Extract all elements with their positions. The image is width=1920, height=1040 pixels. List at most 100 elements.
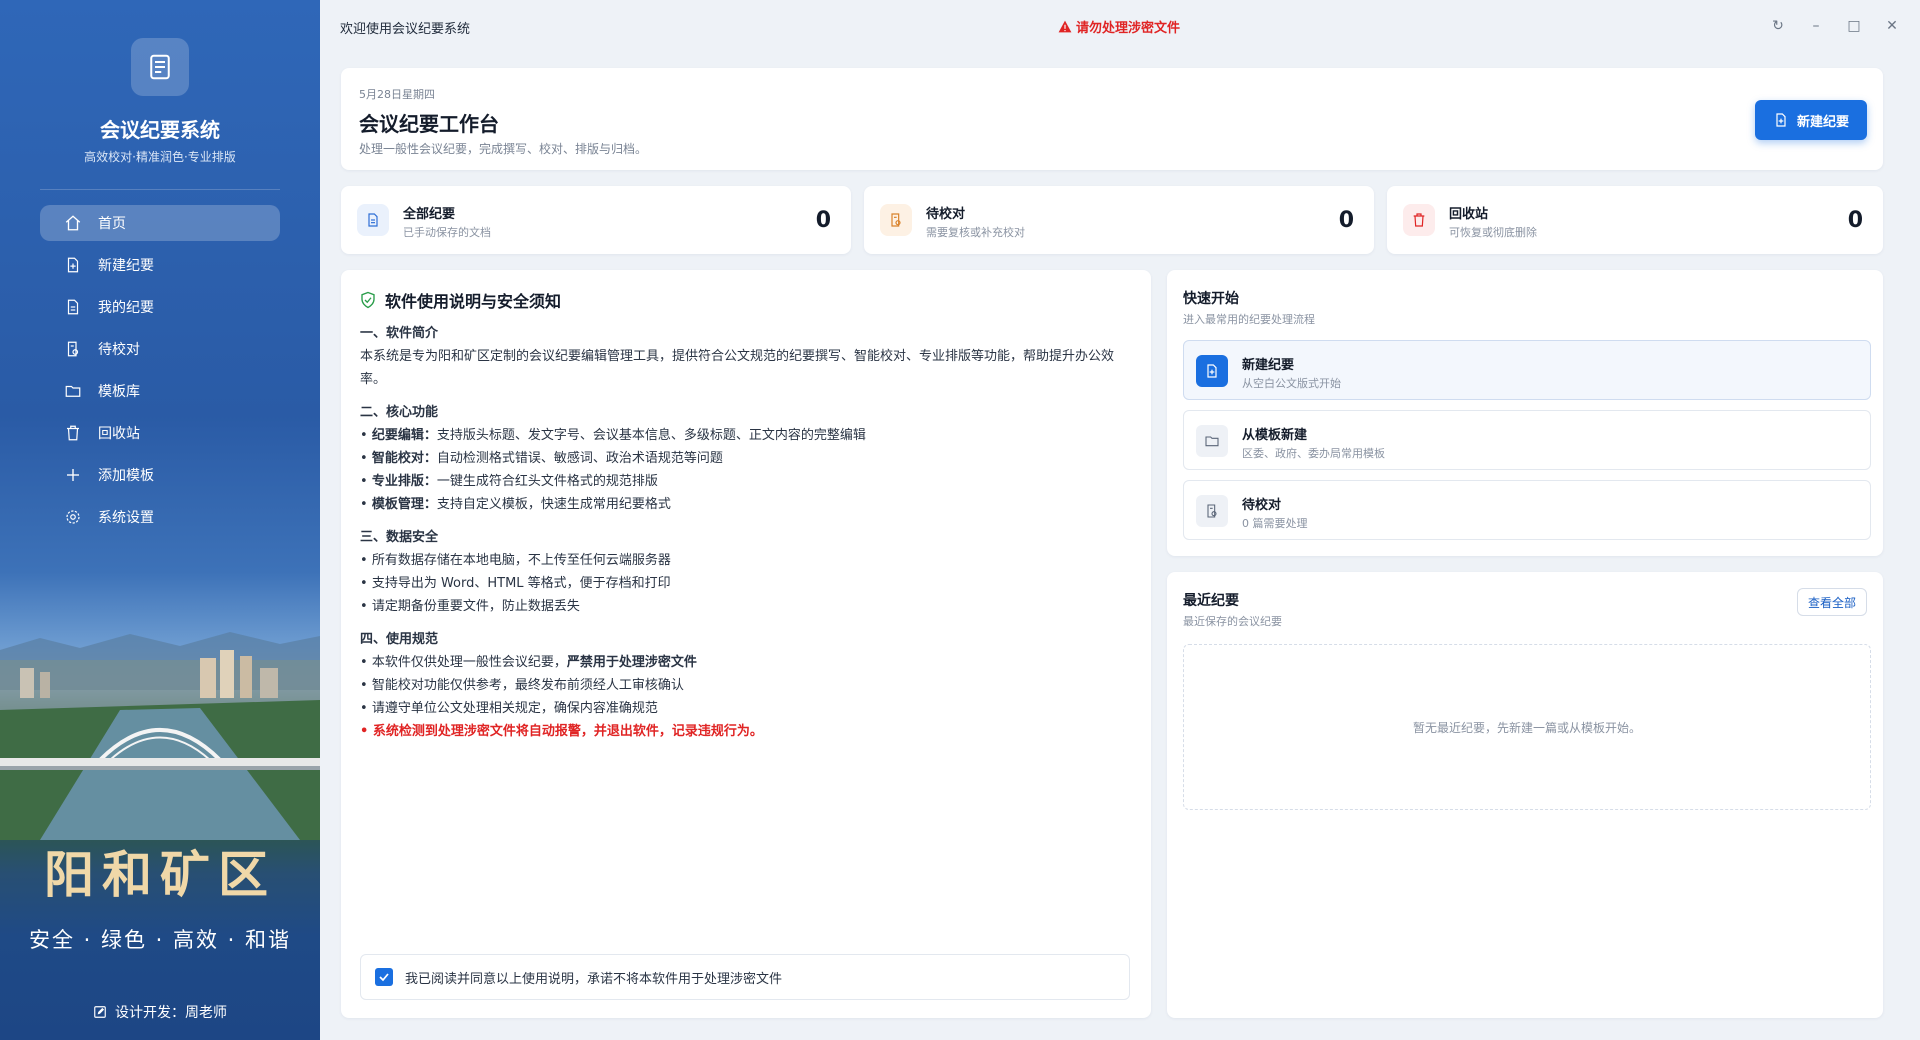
sidebar-item-settings[interactable]: 系统设置 [40,499,280,535]
stat-value: 0 [815,208,831,233]
edit-icon [94,1006,106,1018]
security-warning: 请勿处理涉密文件 [1058,17,1180,36]
sidebar-item-label: 新建纪要 [98,258,154,274]
close-icon: ✕ [1886,18,1898,34]
sidebar-item-label: 添加模板 [98,468,154,484]
page-description: 处理一般性会议纪要，完成撰写、校对、排版与归档。 [359,142,648,156]
list-item: • 请定期备份重要文件，防止数据丢失 [360,599,580,614]
list-item: • 请遵守单位公文处理相关规定，确保内容准确规范 [360,701,658,716]
sidebar-item-add-template[interactable]: 添加模板 [40,457,280,493]
agreement-text: 我已阅读并同意以上使用说明，承诺不将本软件用于处理涉密文件 [405,971,783,987]
sidebar-item-label: 回收站 [98,426,140,442]
agreement-row[interactable]: 我已阅读并同意以上使用说明，承诺不将本软件用于处理涉密文件 [360,954,1130,1000]
sidebar-item-new-minutes[interactable]: 新建纪要 [40,247,280,283]
instructions-title: 软件使用说明与安全须知 [385,292,562,311]
maximize-button[interactable]: □ [1846,14,1862,38]
feature-name: 模板管理： [371,497,437,512]
sidebar: 会议纪要系统 高效校对·精准润色·专业排版 首页 新建纪要 我的纪要 待校对 模… [0,0,320,1040]
folder-icon [64,382,82,400]
section-heading: 四、使用规范 [360,632,439,647]
stat-subtitle: 需要复核或补充校对 [926,226,1025,239]
current-date: 5月28日星期四 [359,88,435,101]
quick-item-subtitle: 0 篇需要处理 [1242,517,1308,530]
list-item: • 所有数据存储在本地电脑，不上传至任何云端服务器 [360,553,671,568]
minimize-button[interactable]: – [1808,14,1824,38]
empty-state: 暂无最近纪要，先新建一篇或从模板开始。 [1183,644,1871,810]
sidebar-item-pending-review[interactable]: 待校对 [40,331,280,367]
stat-subtitle: 已手动保存的文档 [403,226,491,239]
minimize-icon: – [1812,18,1820,34]
section-paragraph: 本系统是专为阳和矿区定制的会议纪要编辑管理工具，提供符合公文规范的纪要撰写、智能… [360,349,1115,387]
stat-card-all-minutes[interactable]: 全部纪要 已手动保存的文档 0 [341,186,851,254]
recent-subtitle: 最近保存的会议纪要 [1183,615,1282,628]
feature-name: 纪要编辑： [371,428,437,443]
region-slogan: 阳和矿区 [44,845,276,904]
sidebar-nav: 首页 新建纪要 我的纪要 待校对 模板库 回收站 添加模板 系统设置 [40,205,280,541]
values-slogan: 安全 · 绿色 · 高效 · 和谐 [28,928,292,952]
instructions-body: 一、软件简介 本系统是专为阳和矿区定制的会议纪要编辑管理工具，提供符合公文规范的… [360,322,1135,743]
trash-icon [64,424,82,442]
quick-item-subtitle: 区委、政府、委办局常用模板 [1242,447,1385,460]
quick-item-new-minutes[interactable]: 新建纪要 从空白公文版式开始 [1183,340,1871,400]
list-item: • 本软件仅供处理一般性会议纪要，严禁用于处理涉密文件 [360,655,697,670]
instructions-panel: 软件使用说明与安全须知 一、软件简介 本系统是专为阳和矿区定制的会议纪要编辑管理… [341,270,1151,1018]
workspace-header: 5月28日星期四 会议纪要工作台 处理一般性会议纪要，完成撰写、校对、排版与归档… [341,68,1883,170]
sidebar-item-my-minutes[interactable]: 我的纪要 [40,289,280,325]
quick-start-title: 快速开始 [1183,291,1239,307]
shield-check-icon [361,291,375,309]
new-minutes-button-label: 新建纪要 [1796,114,1849,130]
stat-value: 0 [1847,208,1863,233]
list-item: • 智能校对：自动检测格式错误、敏感词、政治术语规范等问题 [360,451,723,466]
stat-card-pending-review[interactable]: 待校对 需要复核或补充校对 0 [864,186,1374,254]
quick-item-title: 新建纪要 [1242,358,1295,373]
list-item-text: 所有数据存储在本地电脑，不上传至任何云端服务器 [371,553,671,568]
quick-item-subtitle: 从空白公文版式开始 [1242,377,1341,390]
close-button[interactable]: ✕ [1884,14,1900,38]
feature-text: 支持自定义模板，快速生成常用纪要格式 [436,497,671,512]
stat-subtitle: 可恢复或彻底删除 [1449,226,1537,239]
stat-value: 0 [1338,208,1354,233]
list-item-text: 本软件仅供处理一般性会议纪要， [371,655,567,670]
review-document-icon [1196,495,1228,527]
list-item: • 专业排版：一键生成符合红头文件格式的规范排版 [360,474,658,489]
list-item: • 智能校对功能仅供参考，最终发布前须经人工审核确认 [360,678,684,693]
feature-text: 支持版头标题、发文字号、会议基本信息、多级标题、正文内容的完整编辑 [436,428,866,443]
quick-item-from-template[interactable]: 从模板新建 区委、政府、委办局常用模板 [1183,410,1871,470]
quick-item-title: 从模板新建 [1242,428,1308,443]
recent-title: 最近纪要 [1183,593,1239,609]
recent-minutes-panel: 最近纪要 最近保存的会议纪要 查看全部 暂无最近纪要，先新建一篇或从模板开始。 [1167,572,1883,1018]
stat-title: 回收站 [1449,207,1489,222]
feature-text: 一键生成符合红头文件格式的规范排版 [436,474,658,489]
stat-card-recycle-bin[interactable]: 回收站 可恢复或彻底删除 0 [1387,186,1883,254]
list-item-text: 请定期备份重要文件，防止数据丢失 [371,599,580,614]
stat-title: 全部纪要 [403,207,456,222]
sidebar-item-home[interactable]: 首页 [40,205,280,241]
document-icon [64,298,82,316]
security-warning-text: 请勿处理涉密文件 [1076,21,1181,36]
view-all-button[interactable]: 查看全部 [1797,588,1867,616]
gear-icon [64,508,82,526]
sidebar-item-label: 我的纪要 [98,300,154,316]
new-document-icon [1776,113,1786,127]
section-heading: 二、核心功能 [360,405,439,420]
new-minutes-button[interactable]: 新建纪要 [1755,100,1867,140]
sidebar-item-label: 系统设置 [98,510,154,526]
sidebar-item-recycle-bin[interactable]: 回收站 [40,415,280,451]
feature-name: 智能校对： [371,451,437,466]
developer-credit-text: 设计开发：周老师 [115,1005,227,1021]
home-icon [64,214,82,232]
refresh-button[interactable]: ↻ [1770,14,1786,38]
list-item-text: 请遵守单位公文处理相关规定，确保内容准确规范 [371,701,658,716]
feature-text: 自动检测格式错误、敏感词、政治术语规范等问题 [436,451,723,466]
folder-icon [1196,425,1228,457]
agreement-checkbox[interactable] [375,968,393,986]
quick-item-pending-review[interactable]: 待校对 0 篇需要处理 [1183,480,1871,540]
sidebar-item-templates[interactable]: 模板库 [40,373,280,409]
list-item-text: 智能校对功能仅供参考，最终发布前须经人工审核确认 [371,678,684,693]
prohibition-text: 严禁用于处理涉密文件 [566,655,697,670]
new-document-icon [64,256,82,274]
city-landscape-image [0,632,320,840]
check-icon [379,973,389,982]
document-icon [357,204,389,236]
review-document-icon [880,204,912,236]
